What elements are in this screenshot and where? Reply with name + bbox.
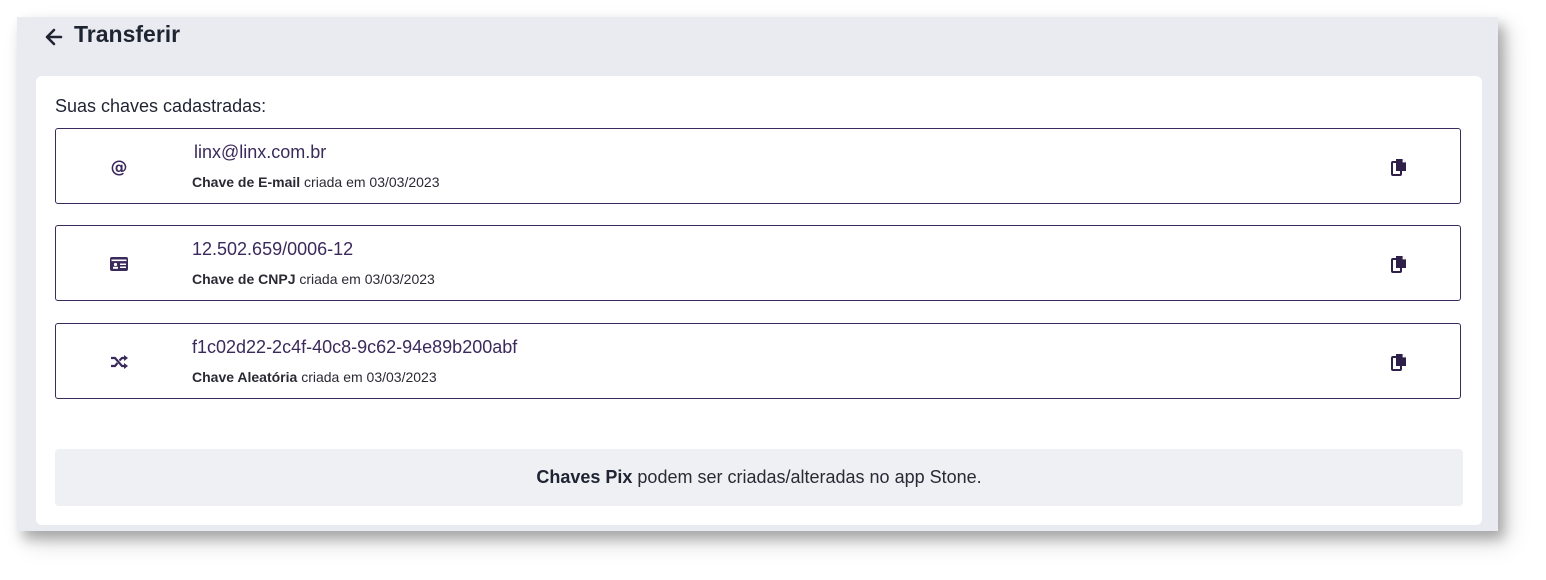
key-value: 12.502.659/0006-12 xyxy=(192,239,354,259)
copy-icon xyxy=(1391,159,1406,176)
svg-text:@: @ xyxy=(111,158,128,178)
section-label: Suas chaves cadastradas: xyxy=(55,96,267,116)
key-created-text: criada em 03/03/2023 xyxy=(301,369,437,385)
page-title: Transferir xyxy=(74,21,181,47)
copy-button[interactable] xyxy=(1388,156,1410,178)
key-meta: Chave de CNPJ criada em 03/03/2023 xyxy=(192,271,435,287)
pix-info-note: Chaves Pix podem ser criadas/alteradas n… xyxy=(55,449,1463,506)
key-type-label: Chave de E-mail xyxy=(192,174,301,190)
arrow-left-icon xyxy=(45,28,63,46)
at-sign-icon: @ xyxy=(108,156,130,178)
key-value: linx@linx.com.br xyxy=(194,142,327,162)
pix-info-text: podem ser criadas/alteradas no app Stone… xyxy=(632,467,982,487)
back-button[interactable] xyxy=(44,27,64,47)
key-meta: Chave Aleatória criada em 03/03/2023 xyxy=(192,369,437,385)
key-item-random: f1c02d22-2c4f-40c8-9c62-94e89b200abf Cha… xyxy=(55,323,1461,399)
copy-icon xyxy=(1391,256,1406,273)
copy-icon xyxy=(1391,354,1406,371)
key-type-label: Chave Aleatória xyxy=(192,369,298,385)
key-created-text: criada em 03/03/2023 xyxy=(299,271,435,287)
key-item-cnpj: 12.502.659/0006-12 Chave de CNPJ criada … xyxy=(55,225,1461,301)
key-created-text: criada em 03/03/2023 xyxy=(304,174,440,190)
pix-info-bold: Chaves Pix xyxy=(536,467,633,487)
key-item-email: @ linx@linx.com.br Chave de E-mail criad… xyxy=(55,128,1461,204)
app-window: Transferir Suas chaves cadastradas: @ li… xyxy=(17,17,1498,531)
copy-button[interactable] xyxy=(1388,351,1410,373)
shuffle-icon xyxy=(108,351,130,373)
key-meta: Chave de E-mail criada em 03/03/2023 xyxy=(192,174,439,190)
keys-card: Suas chaves cadastradas: @ linx@linx.com… xyxy=(36,76,1482,525)
id-card-icon xyxy=(108,253,130,275)
key-value: f1c02d22-2c4f-40c8-9c62-94e89b200abf xyxy=(192,337,518,357)
key-type-label: Chave de CNPJ xyxy=(192,271,296,287)
copy-button[interactable] xyxy=(1388,253,1410,275)
